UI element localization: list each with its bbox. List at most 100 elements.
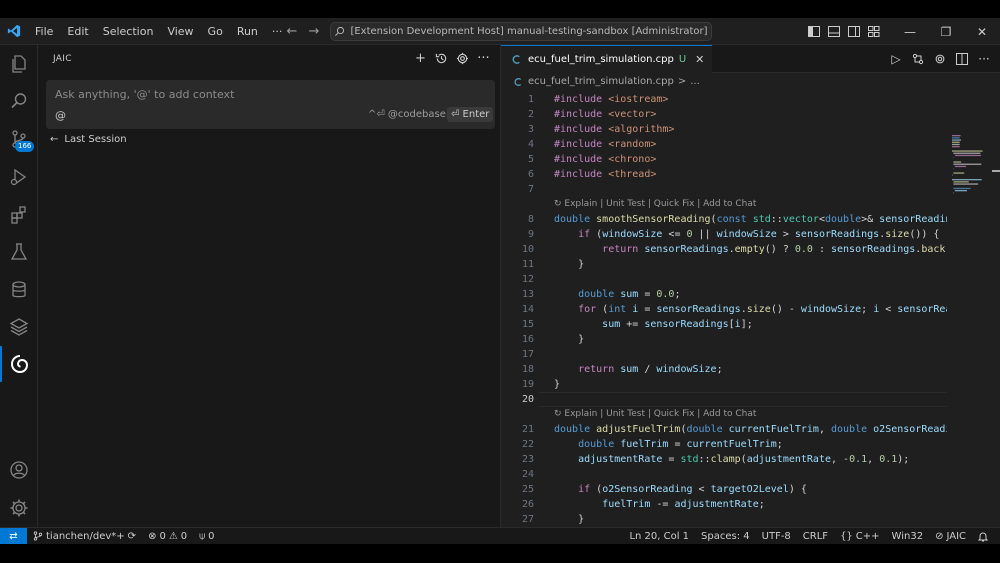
menu-edit[interactable]: Edit — [60, 18, 95, 45]
breadcrumb-symbol[interactable]: ... — [690, 76, 700, 87]
history-icon[interactable] — [433, 50, 450, 67]
branch-indicator[interactable]: tianchen/dev*+ ⟳ — [27, 528, 142, 545]
code-text: double smoothSensorReading(const std::ve… — [554, 214, 947, 225]
jaic-icon[interactable] — [0, 346, 38, 382]
chat-input-placeholder[interactable]: Ask anything, '@' to add context — [55, 88, 234, 101]
end-of-line[interactable]: CRLF — [797, 528, 834, 545]
line-number: 24 — [521, 469, 534, 480]
database-icon[interactable] — [0, 272, 38, 308]
menu-file[interactable]: File — [28, 18, 60, 45]
error-icon: ⊗ — [148, 530, 157, 542]
code-line: 9 if (windowSize <= 0 || windowSize > se… — [501, 227, 947, 242]
more-actions-icon[interactable]: ··· — [475, 50, 492, 67]
toggle-primary-sidebar-icon[interactable] — [804, 18, 824, 45]
close-tab-icon[interactable]: ✕ — [695, 53, 704, 66]
notifications-bell-icon[interactable] — [972, 528, 994, 545]
antenna-icon: ⍦ — [199, 530, 206, 542]
minimap[interactable] — [947, 90, 992, 527]
line-number: 11 — [521, 259, 534, 270]
line-number: 23 — [521, 454, 534, 465]
editor-more-actions-icon[interactable]: ··· — [976, 50, 992, 67]
code-line: 14 for (int i = sensorReadings.size() - … — [501, 302, 947, 317]
jaic-status[interactable]: ⊘ JAIC — [929, 528, 972, 545]
explorer-icon[interactable] — [0, 46, 38, 82]
breadcrumb-separator: > — [677, 76, 687, 87]
codebase-shortcut-hint[interactable]: ^⏎ @codebase — [368, 109, 446, 120]
line-number: 12 — [521, 274, 534, 285]
minimap-line — [952, 141, 960, 143]
manage-gear-icon[interactable] — [0, 490, 38, 526]
encoding[interactable]: UTF-8 — [756, 528, 797, 545]
vertical-scrollbar[interactable] — [992, 90, 1000, 527]
remote-indicator-icon[interactable]: ⇄ — [0, 527, 27, 545]
extensions-icon[interactable] — [0, 197, 38, 233]
menu-go[interactable]: Go — [201, 18, 230, 45]
restore-button[interactable]: ❐ — [928, 18, 964, 45]
toggle-panel-icon[interactable] — [824, 18, 844, 45]
minimap-line — [952, 146, 960, 148]
minimize-button[interactable]: — — [892, 18, 928, 45]
cursor-position[interactable]: Ln 20, Col 1 — [623, 528, 695, 545]
code-editor[interactable]: 1 #include <iostream> 2 #include <vector> 3 #… — [501, 92, 947, 527]
jaic-sidebar: JAIC + ··· Ask anything, '@' to add cont… — [38, 45, 501, 527]
ports-indicator[interactable]: ⍦ 0 — [193, 528, 220, 545]
editor-tabs: ecu_fuel_trim_simulation.cpp U ✕ ▷ ··· — [501, 45, 1000, 73]
editor-settings-gear-icon[interactable] — [932, 50, 948, 67]
code-text: sum += sensorReadings[i]; — [602, 319, 753, 330]
enter-button[interactable]: ⏎ Enter — [447, 107, 494, 122]
code-line: 24 — [501, 467, 947, 482]
line-number: 9 — [527, 229, 534, 240]
indentation[interactable]: Spaces: 4 — [695, 528, 756, 545]
add-context-at-button[interactable]: @ — [55, 109, 66, 122]
code-text: } — [554, 514, 585, 525]
problems-indicator[interactable]: ⊗ 0 ⚠ 0 — [142, 528, 193, 545]
source-control-icon[interactable]: 166 — [0, 121, 38, 157]
command-center[interactable]: [Extension Development Host] manual-test… — [330, 22, 712, 41]
account-icon[interactable] — [0, 452, 38, 488]
code-line: 3 #include <algorithm> — [501, 122, 947, 137]
run-debug-icon[interactable] — [0, 159, 38, 195]
git-compare-icon[interactable] — [910, 50, 926, 67]
menu-view[interactable]: View — [160, 18, 200, 45]
tab-ecu-fuel-trim[interactable]: ecu_fuel_trim_simulation.cpp U ✕ — [501, 45, 713, 73]
search-icon[interactable] — [0, 83, 38, 119]
code-line: 15 sum += sensorReadings[i]; — [501, 317, 947, 332]
customize-layout-icon[interactable] — [864, 18, 884, 45]
codelens-actions[interactable]: ↻ Explain | Unit Test | Quick Fix | Add … — [554, 407, 756, 422]
editor-group: ecu_fuel_trim_simulation.cpp U ✕ ▷ ··· e… — [501, 45, 1000, 527]
close-window-button[interactable]: ✕ — [964, 18, 1000, 45]
new-chat-plus-icon[interactable]: + — [412, 50, 429, 67]
platform[interactable]: Win32 — [886, 528, 930, 545]
code-line: 17 — [501, 347, 947, 362]
warning-icon: ⚠ — [168, 530, 178, 542]
sync-icon[interactable]: ⟳ — [128, 531, 136, 542]
code-text: if (o2SensorReading < targetO2Level) { — [578, 484, 807, 495]
code-text: if (windowSize <= 0 || windowSize > sens… — [578, 229, 940, 240]
code-text: return sensorReadings.empty() ? 0.0 : se… — [602, 244, 947, 255]
menu-run[interactable]: Run — [230, 18, 265, 45]
breadcrumb: ecu_fuel_trim_simulation.cpp > ... — [501, 73, 1000, 90]
chat-input-box[interactable]: Ask anything, '@' to add context @ ^⏎ @c… — [46, 80, 495, 129]
run-code-icon[interactable]: ▷ — [888, 50, 904, 67]
line-number: 27 — [521, 514, 534, 525]
menu-selection[interactable]: Selection — [96, 18, 161, 45]
line-number: 6 — [527, 169, 534, 180]
code-text: adjustmentRate = std::clamp(adjustmentRa… — [578, 454, 910, 465]
last-session-link[interactable]: ← Last Session — [50, 134, 127, 145]
split-editor-icon[interactable] — [954, 50, 970, 67]
code-text: #include <chrono> — [554, 154, 657, 165]
layers-icon[interactable] — [0, 309, 38, 345]
tab-filename: ecu_fuel_trim_simulation.cpp — [528, 54, 674, 65]
back-arrow-icon[interactable]: ← — [284, 24, 300, 39]
breadcrumb-file[interactable]: ecu_fuel_trim_simulation.cpp — [528, 76, 674, 87]
codelens-actions[interactable]: ↻ Explain | Unit Test | Quick Fix | Add … — [554, 197, 756, 212]
language-mode[interactable]: {} C++ — [834, 528, 885, 545]
ports-count: 0 — [208, 530, 215, 542]
settings-gear-icon[interactable] — [454, 50, 471, 67]
letterbox-top — [0, 0, 1000, 18]
toggle-secondary-sidebar-icon[interactable] — [844, 18, 864, 45]
minimap-line — [953, 187, 971, 190]
testing-icon[interactable] — [0, 234, 38, 270]
forward-arrow-icon[interactable]: → — [306, 24, 322, 39]
line-number: 19 — [521, 379, 534, 390]
